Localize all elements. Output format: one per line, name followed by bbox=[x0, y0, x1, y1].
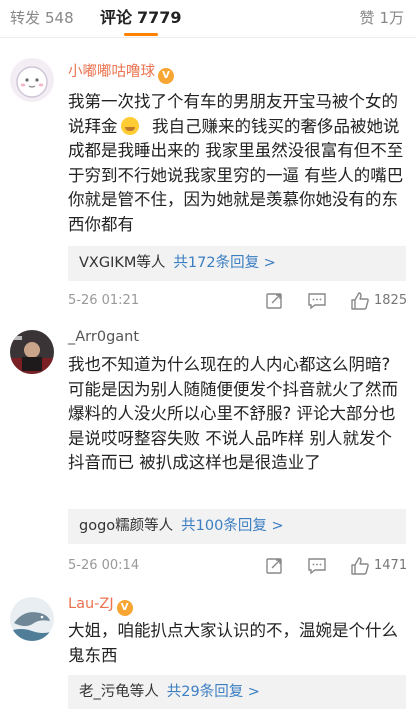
reply-count-link[interactable]: 共100条回复 > bbox=[181, 518, 283, 534]
tab-like-label: 赞 bbox=[359, 9, 375, 27]
share-icon[interactable] bbox=[265, 556, 285, 576]
comment-icon[interactable] bbox=[307, 291, 327, 311]
vip-badge-icon: V bbox=[116, 600, 133, 616]
tab-bar: 转发 548 评论 7779 赞 1万 bbox=[0, 0, 416, 38]
reply-users: 老_污龟等人 bbox=[79, 684, 159, 700]
thumbs-up-icon[interactable] bbox=[350, 556, 370, 576]
comment-username[interactable]: _Arr0gant bbox=[68, 327, 139, 347]
comment-text: 我也不知道为什么现在的人内心都这么阴暗? 可能是因为别人随随便便发个抖音就火了然… bbox=[68, 355, 398, 472]
active-tab-indicator bbox=[124, 33, 158, 36]
like-count: 1471 bbox=[374, 558, 408, 573]
username-text: Lau-ZJ bbox=[68, 596, 114, 612]
tab-like-count: 1万 bbox=[379, 9, 404, 27]
reply-count-link[interactable]: 共29条回复 > bbox=[167, 684, 260, 700]
thumbs-up-icon[interactable] bbox=[350, 291, 370, 311]
tab-repost[interactable]: 转发 548 bbox=[10, 6, 74, 30]
comment-time: 5-26 01:21 bbox=[68, 293, 140, 308]
comment-username[interactable]: 小嘟嘟咕噜球 V bbox=[68, 62, 174, 84]
comment-text-part-b: 我自己赚来的钱买的奢侈品被她说成都是我睡出来的 我家里虽然没很富有但不至于穷到不… bbox=[68, 116, 404, 234]
avatar[interactable] bbox=[10, 597, 54, 641]
reply-users: gogo糯颜等人 bbox=[79, 518, 174, 534]
comment-username[interactable]: Lau-ZJ V bbox=[68, 594, 133, 616]
reply-preview[interactable]: gogo糯颜等人 共100条回复 > bbox=[68, 509, 406, 544]
tab-comment-label: 评论 bbox=[100, 8, 133, 27]
emoji-icon bbox=[120, 116, 139, 135]
tab-like[interactable]: 赞 1万 bbox=[359, 6, 404, 30]
comment-text: 我第一次找了个有车的男朋友开宝马被个女的说拜金 我自己赚来的钱买的奢侈品被她说成… bbox=[68, 90, 406, 237]
like-count: 1825 bbox=[374, 293, 408, 308]
vip-badge-icon: V bbox=[158, 68, 174, 84]
reply-users: VXGIKM等人 bbox=[79, 255, 166, 271]
share-icon[interactable] bbox=[265, 291, 285, 311]
comment-icon[interactable] bbox=[307, 556, 327, 576]
comment-time: 5-26 00:14 bbox=[68, 558, 140, 573]
reply-preview[interactable]: 老_污龟等人 共29条回复 > bbox=[68, 675, 406, 709]
comment-text: 大姐，咱能扒点大家认识的不，温婉是个什么鬼东西 bbox=[68, 621, 398, 665]
tab-repost-label: 转发 bbox=[10, 9, 41, 27]
tab-comment[interactable]: 评论 7779 bbox=[100, 6, 182, 30]
username-text: 小嘟嘟咕噜球 bbox=[68, 64, 155, 80]
tab-repost-count: 548 bbox=[45, 9, 74, 27]
tab-comment-count: 7779 bbox=[137, 8, 182, 27]
avatar[interactable] bbox=[10, 330, 54, 374]
avatar[interactable] bbox=[10, 58, 54, 102]
reply-preview[interactable]: VXGIKM等人 共172条回复 > bbox=[68, 246, 406, 281]
reply-count-link[interactable]: 共172条回复 > bbox=[173, 255, 275, 271]
